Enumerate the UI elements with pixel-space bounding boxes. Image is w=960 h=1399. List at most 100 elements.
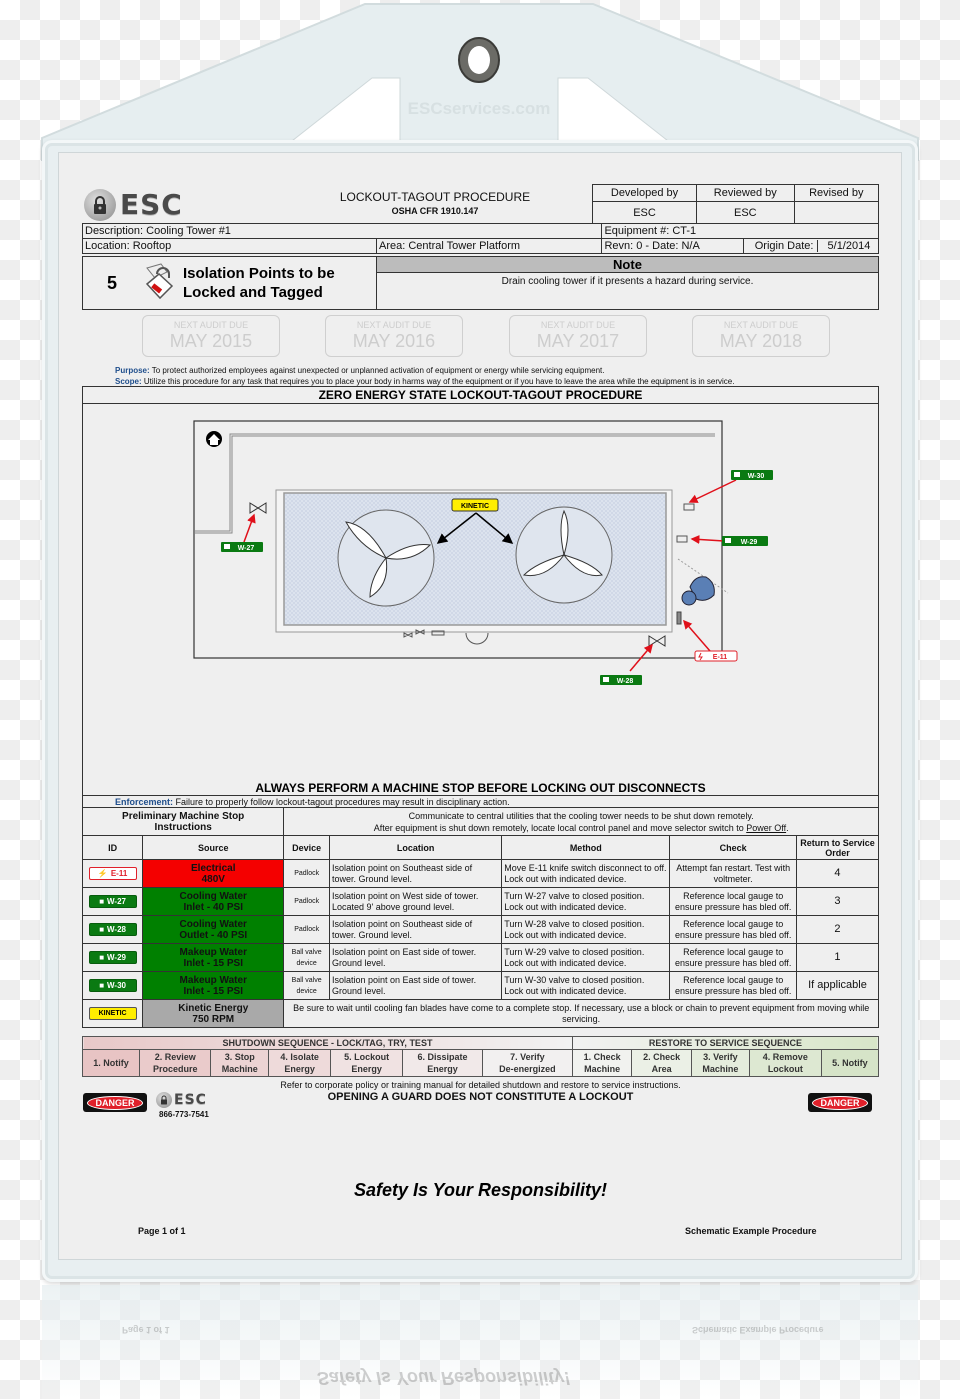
esc-logo: ESC [84, 188, 183, 221]
shutdown-step-6: 6. Dissipate Energy [402, 1049, 483, 1077]
restore-step-4: 4. Remove Lockout [748, 1049, 822, 1077]
shutdown-step-3: 3. Stop Machine [210, 1049, 270, 1077]
purpose-text: To protect authorized employees against … [149, 366, 605, 375]
col-method: Method [501, 835, 671, 860]
tag-w29: W-29 [722, 536, 768, 546]
step-line1: 4. Isolate [280, 1052, 319, 1062]
check-cell: Reference local gauge to ensure pressure … [669, 887, 797, 916]
col-source: Source [142, 835, 285, 860]
method-line2: Lock out with indicated device. [504, 985, 627, 996]
step-line1: 6. Dissipate [417, 1052, 468, 1062]
location-cell: Isolation point on East side of tower. Gr… [328, 943, 503, 972]
source-line1: Electrical [191, 862, 236, 874]
prelim-stop-label: Preliminary Machine Stop Instructions [81, 807, 285, 836]
location-line2: tower. Ground level. [331, 873, 413, 884]
step-line2: Machine [221, 1064, 258, 1074]
method-line1: Move E-11 knife switch disconnect to off… [504, 862, 667, 873]
order-cell: 3 [795, 887, 880, 916]
pump-icon [681, 576, 715, 606]
method-cell: Turn W-29 valve to closed position. Lock … [501, 943, 671, 972]
zero-energy-title: ZERO ENERGY STATE LOCKOUT-TAGOUT PROCEDU… [83, 387, 878, 404]
method-cell: Turn W-27 valve to closed position. Lock … [501, 887, 671, 916]
step-line1: 3. Stop [224, 1052, 255, 1062]
check-line2: voltmeter. [713, 873, 753, 884]
restore-step-2: 2. Check Area [631, 1049, 692, 1077]
valve-w29-icon [676, 535, 688, 543]
location-line1: Isolation point on Southeast side of [331, 918, 473, 929]
water-tap-icon: ■ [99, 925, 105, 934]
audit-date: MAY 2015 [169, 331, 253, 351]
isolation-label-line1: Isolation Points to be [183, 265, 335, 282]
check-line1: Reference local gauge to [683, 890, 784, 901]
check-line1: Reference local gauge to [683, 918, 784, 929]
purpose-scope: Purpose: To protect authorized employees… [115, 365, 734, 387]
id-text: E-11 [110, 869, 128, 878]
area-field: Area: Central Tower Platform [375, 238, 603, 254]
audit-label: NEXT AUDIT DUE [356, 320, 432, 330]
sequence-table: SHUTDOWN SEQUENCE - LOCK/TAG, TRY, TEST … [81, 1036, 880, 1077]
description-field: Description: Cooling Tower #1 [81, 223, 603, 239]
source-line2: Inlet - 15 PSI [183, 985, 243, 997]
method-cell: Move E-11 knife switch disconnect to off… [501, 859, 671, 888]
svg-text:W-29: W-29 [741, 539, 758, 546]
device-cell: Ball valve device [283, 971, 330, 1000]
svg-text:W-30: W-30 [748, 473, 765, 480]
location-line2: Located 9' above ground level. [331, 901, 455, 912]
check-cell: Attempt fan restart. Test with voltmeter. [669, 859, 797, 888]
step-line2: Machine [702, 1064, 739, 1074]
revised-by-header: Revised by [793, 184, 880, 202]
reflection-safety: Safety Is Your Responsibility! [317, 1368, 571, 1388]
col-location: Location [328, 835, 503, 860]
shutdown-step-4: 4. Isolate Energy [268, 1049, 332, 1077]
phone-number: 866-773-7541 [159, 1110, 209, 1119]
source-line2: 750 RPM [192, 1013, 235, 1025]
holder-reflection: Page 1 of 1 Schematic Example Procedure … [42, 1285, 918, 1399]
step-line2: Area [651, 1064, 672, 1074]
lock-icon [84, 188, 116, 221]
step-line1: 1. Notify [93, 1058, 129, 1068]
check-line1: Attempt fan restart. Test with [676, 862, 791, 873]
id-text: W-30 [107, 981, 126, 990]
check-line1: Reference local gauge to [683, 946, 784, 957]
source-line2: Inlet - 15 PSI [183, 957, 243, 969]
table-row-kinetic: KINETIC Kinetic Energy 750 RPM Be sure to… [81, 999, 879, 1028]
col-return-order: Return to Service Order [795, 835, 880, 860]
svg-text:E-11: E-11 [713, 654, 728, 661]
method-line2: Lock out with indicated device. [504, 957, 627, 968]
restore-step-5: 5. Notify [820, 1049, 880, 1077]
location-line2: tower. Ground level. [331, 929, 413, 940]
step-line2: Energy [427, 1064, 458, 1074]
col-id: ID [81, 835, 144, 860]
id-tag-e11: ⚡ E-11 [88, 867, 137, 880]
check-line2: ensure pressure has bled off. [674, 957, 792, 968]
method-cell: Turn W-30 valve to closed position. Lock … [501, 971, 671, 1000]
source-line2: Inlet - 40 PSI [183, 901, 243, 913]
valve-w28-icon [648, 635, 666, 647]
id-text: W-29 [107, 953, 126, 962]
footer-logo: ESC [156, 1092, 207, 1108]
step-line2: Lockout [767, 1064, 803, 1074]
tag-w27: W-27 [221, 542, 263, 552]
machine-stop-banner: ALWAYS PERFORM A MACHINE STOP BEFORE LOC… [255, 781, 706, 795]
equipment-field: Equipment #: CT-1 [601, 223, 879, 239]
audit-label: NEXT AUDIT DUE [173, 320, 249, 330]
order-cell: 1 [795, 943, 880, 972]
logo-text: ESC [120, 188, 183, 221]
step-line2: Procedure [152, 1064, 198, 1074]
source-line1: Cooling Water [179, 918, 247, 930]
isolation-count: 5 [106, 272, 117, 293]
source-line1: Makeup Water [179, 946, 247, 958]
reflection-doc-name: Schematic Example Procedure [692, 1325, 824, 1335]
device-cell: Padlock [283, 887, 330, 916]
step-line1: 2. Review [154, 1052, 196, 1062]
description-table: Description: Cooling Tower #1 Equipment … [81, 223, 879, 254]
restore-step-1: 1. Check Machine [571, 1049, 633, 1077]
location-field: Location: Rooftop [82, 238, 377, 254]
tag-w30: W-30 [731, 470, 773, 480]
enforcement-text: Failure to properly follow lockout-tagou… [173, 796, 510, 807]
step-line2: Machine [584, 1064, 621, 1074]
svg-text:KINETIC: KINETIC [461, 503, 489, 510]
source-cell: Makeup Water Inlet - 15 PSI [142, 971, 285, 1000]
audit-stamp-2018: NEXT AUDIT DUE MAY 2018 [692, 315, 830, 357]
reviewed-by-value: ESC [696, 201, 795, 224]
